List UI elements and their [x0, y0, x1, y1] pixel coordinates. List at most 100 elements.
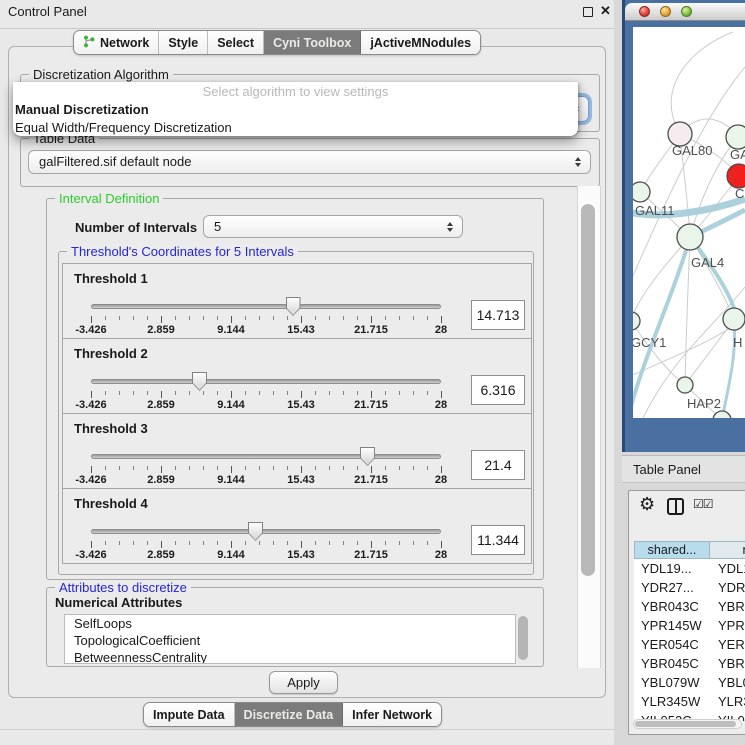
cell-shared-name: YBR045C — [634, 656, 710, 671]
slider-ticks — [91, 466, 441, 473]
cyni-toolbox-panel: Discretization Algorithm Table Data galF… — [8, 46, 606, 698]
slider-track[interactable] — [91, 454, 441, 459]
number-of-intervals-spinner[interactable]: 5 — [203, 215, 463, 238]
top-tab-bar: Network Style Select Cyni Toolbox jActiveMNo… — [73, 30, 481, 55]
tab-label: Style — [168, 36, 198, 50]
gear-icon[interactable]: ⚙ — [639, 494, 655, 514]
slider-track[interactable] — [91, 529, 441, 534]
table-row[interactable]: YDL19...YDL1 — [634, 559, 745, 578]
column-header-name[interactable]: na — [710, 541, 745, 559]
table-row[interactable]: YBL079WYBL0 — [634, 673, 745, 692]
threshold-row: Threshold 3-3.4262.8599.14415.4321.71528… — [62, 413, 532, 489]
minimize-traffic-light-icon[interactable] — [660, 6, 671, 17]
network-node-label: GAL80 — [672, 143, 712, 158]
apply-button[interactable]: Apply — [269, 671, 338, 694]
attribute-item[interactable]: BetweennessCentrality — [65, 649, 515, 664]
tab-label: jActiveMNodules — [370, 36, 471, 50]
threshold-slider[interactable]: -3.4262.8599.14415.4321.71528 — [91, 414, 441, 490]
cell-name: YBR0 — [710, 656, 745, 671]
attribute-item[interactable]: SelfLoops — [65, 615, 515, 632]
zoom-traffic-light-icon[interactable] — [681, 6, 692, 17]
slider-tick-labels: -3.4262.8599.14415.4321.71528 — [91, 399, 441, 412]
network-icon — [83, 35, 95, 51]
tab-jactivemnodules[interactable]: jActiveMNodules — [361, 31, 480, 54]
slider-thumb[interactable] — [248, 522, 263, 541]
interval-definition-group: Interval Definition Number of Intervals … — [46, 198, 544, 580]
thresholds-group: Threshold's Coordinates for 5 Intervals … — [58, 251, 534, 575]
slider-thumb[interactable] — [360, 447, 375, 466]
network-canvas[interactable]: GAL80GACGAL11GAL4GCY1HHAP2 — [633, 27, 745, 418]
slider-tick-labels: -3.4262.8599.14415.4321.71528 — [91, 324, 441, 337]
tab-label: Network — [100, 36, 149, 50]
slider-ticks — [91, 316, 441, 323]
tab-infer-network[interactable]: Infer Network — [343, 703, 441, 726]
threshold-slider[interactable]: -3.4262.8599.14415.4321.71528 — [91, 264, 441, 340]
tab-style[interactable]: Style — [159, 31, 208, 54]
bottom-tab-bar: Impute Data Discretize Data Infer Network — [143, 702, 442, 727]
float-window-icon[interactable] — [583, 7, 593, 17]
threshold-value-field[interactable]: 21.4 — [471, 450, 525, 480]
network-node-bottom-node[interactable] — [713, 411, 731, 418]
table-row[interactable]: YER054CYER0 — [634, 635, 745, 654]
tab-network[interactable]: Network — [74, 31, 159, 54]
network-node-gal4[interactable] — [677, 224, 703, 250]
network-node-h-node[interactable] — [723, 308, 745, 330]
threshold-value-field[interactable]: 6.316 — [471, 375, 525, 405]
cell-shared-name: YBR043C — [634, 599, 710, 614]
network-window-titlebar[interactable] — [625, 3, 745, 21]
columns-icon[interactable] — [667, 498, 684, 515]
threshold-rows: Threshold 1-3.4262.8599.14415.4321.71528… — [62, 264, 532, 564]
table-row[interactable]: YLR345WYLR3 — [634, 692, 745, 711]
table-row[interactable]: YDR27...YDR2 — [634, 578, 745, 597]
tab-cyni-toolbox[interactable]: Cyni Toolbox — [264, 31, 361, 54]
slider-thumb[interactable] — [192, 372, 207, 391]
algorithm-option-equal-width[interactable]: Equal Width/Frequency Discretization — [13, 119, 578, 137]
cell-shared-name: YDL19... — [634, 561, 710, 576]
table-data-value: galFiltered.sif default node — [39, 154, 191, 169]
network-node-gcy1[interactable] — [633, 312, 640, 330]
numerical-attributes-list[interactable]: SelfLoopsTopologicalCoefficientBetweenne… — [64, 614, 516, 664]
threshold-value-field[interactable]: 14.713 — [471, 300, 525, 330]
threshold-value-field[interactable]: 11.344 — [471, 525, 525, 555]
attributes-list-scrollbar[interactable] — [518, 615, 529, 663]
number-of-intervals-label: Number of Intervals — [75, 220, 197, 235]
tab-select[interactable]: Select — [208, 31, 264, 54]
table-row[interactable]: YBR045CYBR0 — [634, 654, 745, 673]
cell-name: YBR0 — [710, 599, 745, 614]
column-header-shared-name[interactable]: shared... — [634, 541, 710, 559]
network-node-hap2[interactable] — [677, 377, 693, 393]
network-node-labels: GAL80GACGAL11GAL4GCY1HHAP2 — [633, 143, 745, 411]
table-panel: ⚙ ☑☑ shared... na YDL19...YDL1YDR27...YD… — [628, 490, 745, 735]
slider-track[interactable] — [91, 304, 441, 309]
threshold-row: Threshold 4-3.4262.8599.14415.4321.71528… — [62, 488, 532, 564]
attribute-item[interactable]: TopologicalCoefficient — [65, 632, 515, 649]
threshold-row: Threshold 1-3.4262.8599.14415.4321.71528… — [62, 263, 532, 339]
tab-impute-data[interactable]: Impute Data — [144, 703, 235, 726]
select-columns-checkboxes-icon[interactable]: ☑☑ — [693, 497, 713, 511]
network-node-red-node[interactable] — [727, 164, 745, 188]
slider-track[interactable] — [91, 379, 441, 384]
threshold-slider[interactable]: -3.4262.8599.14415.4321.71528 — [91, 339, 441, 415]
network-node-top-right[interactable] — [726, 125, 745, 149]
panel-bottom-line — [0, 729, 614, 730]
group-title: Attributes to discretize — [55, 580, 191, 595]
close-traffic-light-icon[interactable] — [639, 6, 650, 17]
tab-label: Discretize Data — [244, 708, 334, 722]
slider-thumb[interactable] — [286, 297, 301, 316]
cell-name: YDR2 — [710, 580, 745, 595]
window-title: Control Panel — [8, 4, 87, 19]
tab-discretize-data[interactable]: Discretize Data — [235, 703, 344, 726]
cell-name: YPR1 — [710, 618, 745, 633]
algorithm-option-manual[interactable]: Manual Discretization — [13, 101, 578, 119]
network-node-gal11[interactable] — [633, 182, 650, 202]
settings-scrollbar[interactable] — [577, 186, 601, 668]
table-data-combobox[interactable]: galFiltered.sif default node — [28, 150, 591, 174]
tab-label: Cyni Toolbox — [273, 36, 351, 50]
table-row[interactable]: YPR145WYPR1 — [634, 616, 745, 635]
threshold-slider[interactable]: -3.4262.8599.14415.4321.71528 — [91, 489, 441, 565]
tab-label: Impute Data — [153, 708, 225, 722]
table-panel-header: Table Panel — [622, 455, 745, 483]
close-icon[interactable]: ✕ — [600, 3, 611, 19]
table-horizontal-scrollbar[interactable] — [633, 719, 742, 729]
table-row[interactable]: YBR043CYBR0 — [634, 597, 745, 616]
